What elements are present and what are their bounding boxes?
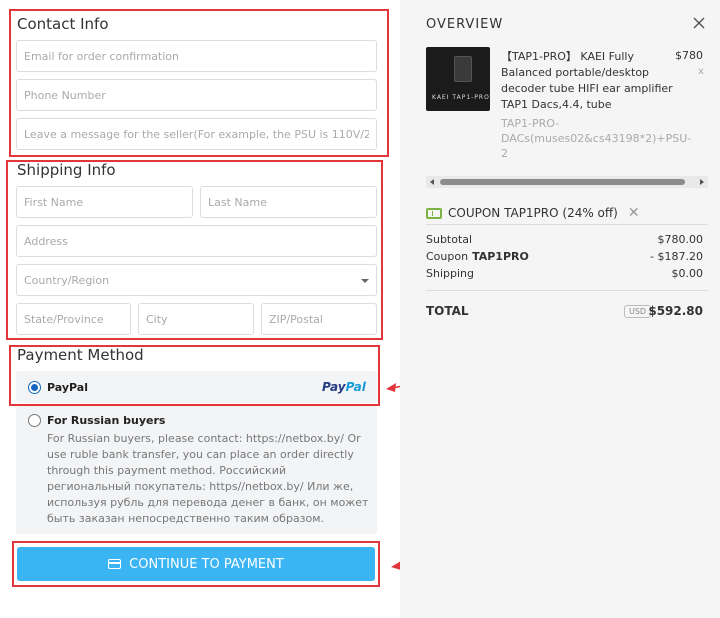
address-field[interactable] <box>16 225 377 257</box>
divider <box>426 290 708 291</box>
checkout-page: Contact Info Shipping Info Country/Regio… <box>0 0 720 618</box>
email-field[interactable] <box>16 40 377 72</box>
payment-method-title: Payment Method <box>17 346 144 364</box>
scroll-left-icon[interactable] <box>430 179 434 185</box>
zip-field[interactable] <box>261 303 377 335</box>
product-thumbnail-label: KAEI TAP1-PRO <box>432 94 490 101</box>
applied-coupon: COUPON TAP1PRO (24% off) ✕ <box>426 205 640 221</box>
coupon-text: COUPON TAP1PRO (24% off) <box>448 206 618 220</box>
product-name: 【TAP1-PRO】 KAEI Fully Balanced portable/… <box>501 50 673 111</box>
russian-buyers-label: For Russian buyers <box>47 414 166 427</box>
total-label: TOTAL <box>426 304 469 318</box>
paypal-label: PayPal <box>47 381 88 394</box>
device-image <box>454 56 472 82</box>
payment-option-russian[interactable]: For Russian buyers For Russian buyers, p… <box>16 406 377 534</box>
product-variant: TAP1-PRO-DACs(muses02&cs43198*2)+PSU-2 <box>501 117 692 160</box>
shipping-label: Shipping <box>426 267 474 280</box>
remove-coupon-icon[interactable]: ✕ <box>628 205 640 221</box>
state-field[interactable] <box>16 303 131 335</box>
coupon-code: TAP1PRO <box>472 250 529 263</box>
currency-badge: USD <box>624 305 652 318</box>
subtotal-value: $780.00 <box>657 233 704 246</box>
paypal-radio[interactable] <box>28 381 41 394</box>
product-thumbnail: KAEI TAP1-PRO <box>426 47 490 111</box>
country-select[interactable]: Country/Region <box>16 264 377 296</box>
shipping-value: $0.00 <box>671 267 704 280</box>
paypal-logo-part1: Pay <box>322 380 346 394</box>
city-field[interactable] <box>138 303 254 335</box>
first-name-field[interactable] <box>16 186 193 218</box>
close-icon[interactable] <box>692 16 706 30</box>
overview-title: OVERVIEW <box>426 17 504 32</box>
coupon-label: Coupon <box>426 250 469 263</box>
coupon-discount-value: - $187.20 <box>650 250 703 263</box>
country-select-label: Country/Region <box>24 273 110 287</box>
divider <box>426 224 708 225</box>
russian-buyers-description: For Russian buyers, please contact: http… <box>47 432 369 525</box>
continue-to-payment-button[interactable]: CONTINUE TO PAYMENT <box>17 547 375 581</box>
russian-buyers-radio[interactable] <box>28 414 41 427</box>
shipping-info-title: Shipping Info <box>17 161 116 179</box>
payment-option-paypal[interactable]: PayPal PayPal <box>16 371 377 403</box>
paypal-logo-part2: Pal <box>345 380 366 394</box>
checkout-form: Contact Info Shipping Info Country/Regio… <box>0 0 400 618</box>
scroll-right-icon[interactable] <box>700 179 704 185</box>
total-value: $592.80 <box>648 304 703 318</box>
credit-card-icon <box>108 559 122 569</box>
order-overview-panel: OVERVIEW KAEI TAP1-PRO 【TAP1-PRO】 KAEI F… <box>400 0 720 618</box>
chevron-down-icon <box>361 279 369 283</box>
message-field[interactable] <box>16 118 377 150</box>
paypal-logo-icon: PayPal <box>322 380 366 394</box>
product-price: $780.00 <box>675 49 703 62</box>
contact-info-title: Contact Info <box>17 15 109 33</box>
product-quantity: x <box>698 66 704 77</box>
phone-field[interactable] <box>16 79 377 111</box>
scrollbar-thumb[interactable] <box>440 179 685 185</box>
coupon-ticket-icon <box>426 207 442 219</box>
last-name-field[interactable] <box>200 186 377 218</box>
continue-to-payment-label: CONTINUE TO PAYMENT <box>129 556 284 572</box>
horizontal-scrollbar[interactable] <box>426 176 708 188</box>
subtotal-label: Subtotal <box>426 233 473 246</box>
coupon-row-label: Coupon TAP1PRO <box>426 250 529 263</box>
